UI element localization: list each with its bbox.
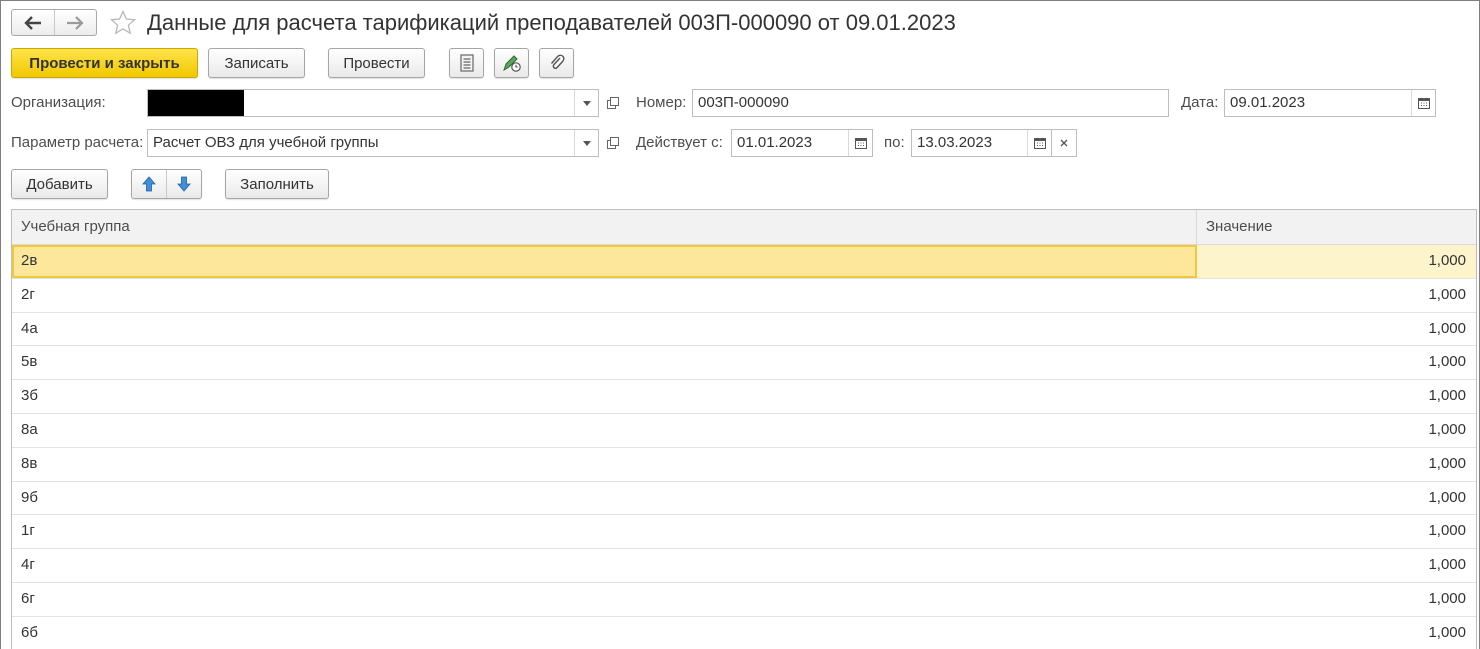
- cell-study-group[interactable]: 4г: [12, 549, 1197, 582]
- cell-study-group[interactable]: 4а: [12, 313, 1197, 346]
- open-window-icon: [607, 137, 619, 149]
- valid-from-label: Действует с:: [636, 134, 723, 151]
- table-body: 2в 1,000 2г 1,000 4а 1,000 5в 1,000 3б 1,000 8а 1,0…: [12, 245, 1476, 649]
- organization-open-button[interactable]: [601, 89, 625, 117]
- cell-value[interactable]: 1,000: [1197, 515, 1476, 548]
- cell-study-group[interactable]: 2г: [12, 279, 1197, 312]
- redacted-block: [148, 90, 244, 116]
- table-row[interactable]: 4а 1,000: [12, 313, 1476, 347]
- cell-study-group[interactable]: 1г: [12, 515, 1197, 548]
- column-header-value[interactable]: Значение: [1197, 210, 1476, 244]
- save-button[interactable]: Записать: [208, 48, 305, 78]
- table-row[interactable]: 2г 1,000: [12, 279, 1476, 313]
- document-window: Данные для расчета тарификаций преподава…: [0, 0, 1480, 649]
- valid-from-field[interactable]: 01.01.2023: [731, 129, 873, 157]
- table-row[interactable]: 8в 1,000: [12, 448, 1476, 482]
- column-header-study-group[interactable]: Учебная группа: [12, 210, 1197, 244]
- valid-to-label: по:: [884, 134, 905, 151]
- organization-field[interactable]: [147, 89, 599, 117]
- add-row-button[interactable]: Добавить: [11, 169, 108, 199]
- report-button[interactable]: [449, 48, 484, 78]
- cell-study-group[interactable]: 6г: [12, 583, 1197, 616]
- cell-value[interactable]: 1,000: [1197, 617, 1476, 649]
- table-row[interactable]: 3б 1,000: [12, 380, 1476, 414]
- valid-to-field[interactable]: 13.03.2023: [911, 129, 1052, 157]
- arrow-right-icon: [67, 15, 84, 30]
- table-row[interactable]: 9б 1,000: [12, 482, 1476, 516]
- open-window-icon: [607, 97, 619, 109]
- arrow-up-icon: [142, 176, 156, 192]
- navigation-buttons: [11, 9, 97, 36]
- arrow-left-icon: [24, 15, 41, 30]
- table-row[interactable]: 4г 1,000: [12, 549, 1476, 583]
- valid-to-calendar-button[interactable]: [1027, 130, 1051, 156]
- date-calendar-button[interactable]: [1411, 90, 1435, 116]
- calc-parameter-dropdown-button[interactable]: [574, 130, 598, 156]
- pencil-clock-icon: [502, 55, 521, 72]
- cell-study-group[interactable]: 5в: [12, 346, 1197, 379]
- table-row[interactable]: 8а 1,000: [12, 414, 1476, 448]
- fill-button[interactable]: Заполнить: [225, 169, 329, 199]
- cell-value[interactable]: 1,000: [1197, 380, 1476, 413]
- calc-parameter-field[interactable]: Расчет ОВЗ для учебной группы: [147, 129, 599, 157]
- post-and-close-button[interactable]: Провести и закрыть: [11, 48, 198, 78]
- chevron-down-icon: [582, 100, 591, 106]
- valid-from-calendar-button[interactable]: [848, 130, 872, 156]
- document-list-icon: [459, 54, 474, 72]
- post-button[interactable]: Провести: [328, 48, 425, 78]
- cell-value[interactable]: 1,000: [1197, 549, 1476, 582]
- calendar-icon: [1033, 138, 1046, 149]
- table-row[interactable]: 1г 1,000: [12, 515, 1476, 550]
- cell-value[interactable]: 1,000: [1197, 482, 1476, 515]
- forward-button[interactable]: [53, 10, 97, 35]
- study-groups-table: Учебная группа Значение 2в 1,000 2г 1,000 4а…: [11, 209, 1477, 649]
- cell-value[interactable]: 1,000: [1197, 583, 1476, 616]
- cell-value[interactable]: 1,000: [1197, 279, 1476, 312]
- cell-value[interactable]: 1,000: [1197, 448, 1476, 481]
- favorite-star-icon[interactable]: [109, 9, 137, 37]
- calc-parameter-label: Параметр расчета:: [11, 134, 144, 151]
- cell-study-group[interactable]: 8а: [12, 414, 1197, 447]
- table-row[interactable]: 6г 1,000: [12, 583, 1476, 617]
- attach-button[interactable]: [539, 48, 574, 78]
- calendar-icon: [1417, 98, 1430, 109]
- move-up-button[interactable]: [132, 170, 166, 198]
- date-label: Дата:: [1181, 94, 1219, 111]
- calc-parameter-open-button[interactable]: [601, 129, 625, 157]
- cell-study-group[interactable]: 2в: [12, 245, 1197, 278]
- cell-study-group[interactable]: 9б: [12, 482, 1197, 515]
- calendar-icon: [854, 138, 867, 149]
- cell-study-group[interactable]: 8в: [12, 448, 1197, 481]
- organization-label: Организация:: [11, 94, 106, 111]
- cell-study-group[interactable]: 3б: [12, 380, 1197, 413]
- number-field[interactable]: 003П-000090: [692, 89, 1169, 117]
- move-down-button[interactable]: [166, 170, 201, 198]
- number-label: Номер:: [636, 94, 687, 111]
- paperclip-icon: [550, 54, 565, 69]
- cell-value[interactable]: 1,000: [1197, 245, 1476, 278]
- valid-to-clear-button[interactable]: [1051, 129, 1077, 157]
- cell-study-group[interactable]: 6б: [12, 617, 1197, 649]
- close-icon: [1060, 139, 1068, 147]
- page-title: Данные для расчета тарификаций преподава…: [147, 10, 956, 35]
- cell-value[interactable]: 1,000: [1197, 313, 1476, 346]
- date-field[interactable]: 09.01.2023: [1224, 89, 1436, 117]
- back-button[interactable]: [12, 10, 54, 35]
- table-header: Учебная группа Значение: [12, 210, 1476, 245]
- edit-button[interactable]: [494, 48, 529, 78]
- table-row[interactable]: 5в 1,000: [12, 346, 1476, 381]
- table-row[interactable]: 2в 1,000: [12, 245, 1476, 279]
- move-buttons: [131, 169, 202, 199]
- chevron-down-icon: [582, 140, 591, 146]
- table-row[interactable]: 6б 1,000: [12, 617, 1476, 649]
- organization-dropdown-button[interactable]: [574, 90, 598, 116]
- cell-value[interactable]: 1,000: [1197, 346, 1476, 379]
- arrow-down-icon: [177, 176, 191, 192]
- cell-value[interactable]: 1,000: [1197, 414, 1476, 447]
